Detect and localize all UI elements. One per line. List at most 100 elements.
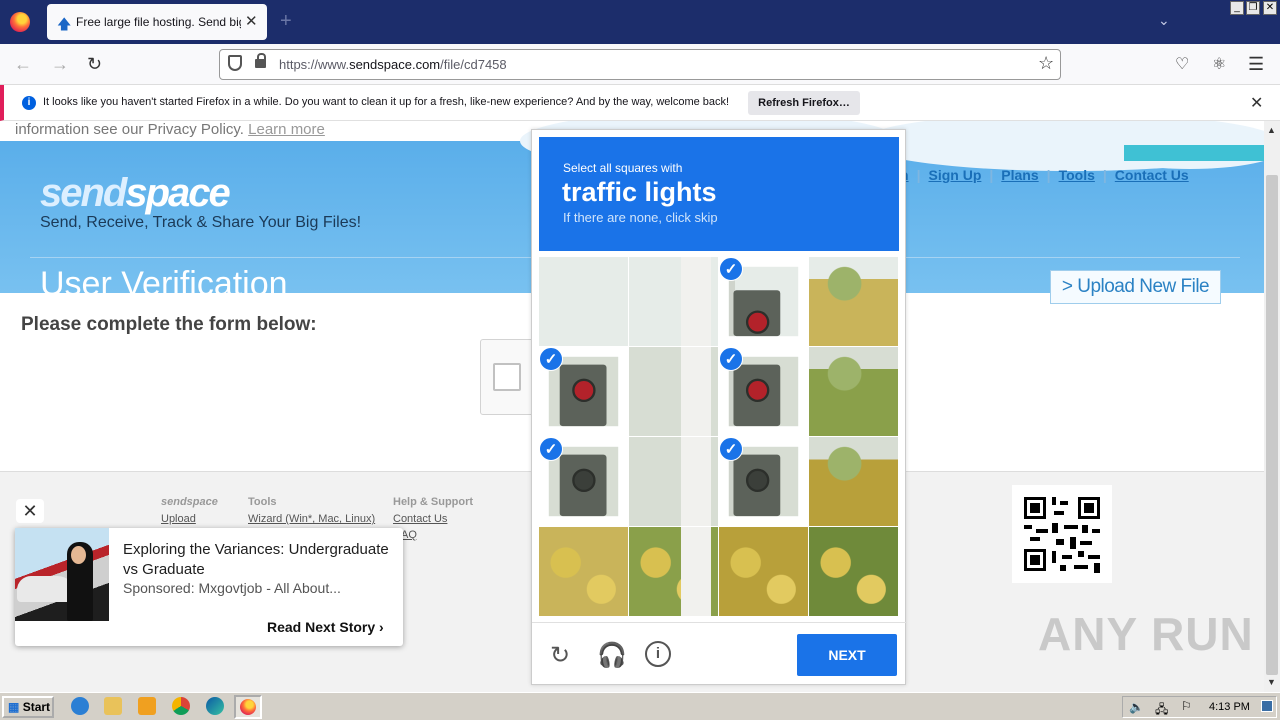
challenge-tile[interactable] (809, 347, 898, 436)
lock-icon[interactable] (255, 53, 266, 68)
firefox-menu-icon[interactable] (10, 12, 30, 32)
bookmark-star-icon[interactable]: ☆ (1038, 53, 1054, 74)
extensions-icon[interactable]: ⚛ (1212, 54, 1226, 74)
learn-more-link[interactable]: Learn more (248, 121, 325, 138)
navigation-toolbar: ← → ↻ https://www.sendspace.com/file/cd7… (0, 44, 1280, 85)
ad-close-button[interactable]: ✕ (16, 499, 44, 523)
challenge-tile[interactable]: ✓ (719, 347, 808, 436)
notification-close-icon[interactable]: ✕ (1250, 93, 1263, 113)
challenge-tile-image (629, 347, 718, 436)
info-challenge-icon[interactable]: i (645, 641, 671, 667)
hamburger-menu-icon[interactable]: ☰ (1248, 54, 1264, 75)
scrollbar-thumb[interactable] (1266, 175, 1278, 675)
list-all-tabs-icon[interactable]: ⌄ (1158, 12, 1170, 29)
tab-close-icon[interactable]: ✕ (245, 12, 258, 30)
back-arrow-icon[interactable]: ← (14, 54, 32, 75)
nav-signup-link[interactable]: Sign Up (928, 167, 981, 183)
new-tab-button[interactable]: + (280, 10, 292, 33)
system-tray: 🔈 🖧 ⚐ (1122, 696, 1277, 718)
reload-challenge-icon[interactable]: ↻ (550, 641, 570, 670)
challenge-tile[interactable] (539, 257, 628, 346)
challenge-tile-image (629, 437, 718, 526)
ad-title[interactable]: Exploring the Variances: Undergraduate v… (123, 540, 393, 580)
browser-tab[interactable]: 🡅 Free large file hosting. Send big file… (47, 4, 267, 40)
challenge-instruction: Select all squares with (563, 161, 683, 175)
challenge-tile-image (719, 527, 808, 616)
show-desktop-icon[interactable] (1261, 700, 1273, 712)
challenge-tile[interactable] (809, 437, 898, 526)
cookie-notice-text: information see our Privacy Policy. (15, 121, 244, 138)
scroll-up-icon[interactable]: ▲ (1267, 125, 1276, 135)
sponsored-ad-card[interactable]: Exploring the Variances: Undergraduate v… (15, 528, 403, 646)
audio-challenge-icon[interactable]: 🎧 (597, 641, 627, 670)
chrome-icon[interactable] (172, 697, 190, 715)
nav-plans-link[interactable]: Plans (1001, 167, 1038, 183)
challenge-tile[interactable]: ✓ (719, 437, 808, 526)
firefox-taskbar-button[interactable] (234, 695, 262, 719)
nav-contact-link[interactable]: Contact Us (1115, 167, 1189, 183)
challenge-tile[interactable] (809, 527, 898, 616)
upload-new-file-button[interactable]: > Upload New File (1050, 270, 1221, 304)
pole-shape (681, 257, 711, 346)
footer-wizard-link[interactable]: Wizard (Win*, Mac, Linux) (248, 513, 375, 525)
challenge-tile[interactable] (629, 347, 718, 436)
logo-part-space: space (125, 171, 230, 215)
start-button[interactable]: ▦ Start (2, 696, 54, 718)
action-center-flag-icon[interactable]: ⚐ (1181, 699, 1192, 713)
reload-icon[interactable]: ↻ (87, 54, 102, 75)
media-player-icon[interactable] (138, 697, 156, 715)
challenge-tile[interactable] (629, 527, 718, 616)
file-explorer-icon[interactable] (104, 697, 122, 715)
network-icon[interactable]: 🖧 (1155, 700, 1168, 720)
internet-explorer-icon[interactable] (71, 697, 89, 715)
challenge-tile[interactable] (809, 257, 898, 346)
recaptcha-checkbox[interactable] (493, 363, 521, 391)
challenge-tile[interactable]: ✓ (719, 257, 808, 346)
challenge-tile[interactable] (629, 437, 718, 526)
footer-contact-link[interactable]: Contact Us (393, 513, 473, 525)
challenge-tile-image (809, 347, 898, 436)
challenge-tile-image (809, 527, 898, 616)
challenge-image-grid: ✓ ✓ ✓ ✓ ✓ (539, 257, 899, 617)
tile-selected-check-icon: ✓ (539, 347, 563, 371)
volume-icon[interactable]: 🔈 (1129, 700, 1144, 714)
challenge-tile[interactable] (719, 527, 808, 616)
challenge-tile-image (539, 527, 628, 616)
challenge-tile[interactable] (629, 257, 718, 346)
challenge-tile[interactable]: ✓ (539, 437, 628, 526)
url-text[interactable]: https://www.sendspace.com/file/cd7458 (279, 57, 507, 72)
read-next-story-link[interactable]: Read Next Story › (267, 619, 384, 635)
refresh-firefox-button[interactable]: Refresh Firefox… (748, 91, 860, 115)
ad-face-shape (71, 546, 86, 564)
scroll-down-icon[interactable]: ▼ (1267, 677, 1276, 687)
tagline: Send, Receive, Track & Share Your Big Fi… (40, 214, 362, 231)
minimize-window-icon[interactable]: _ (1230, 1, 1244, 15)
restore-window-icon[interactable]: ❐ (1246, 1, 1260, 15)
pocket-icon[interactable]: ♡ (1175, 54, 1189, 74)
pole-shape (681, 347, 711, 436)
start-label: Start (22, 700, 51, 714)
traffic-light-housing (733, 454, 781, 517)
forward-arrow-icon[interactable]: → (51, 54, 69, 75)
ad-sponsor-text: Sponsored: Mxgovtjob - All About... (123, 580, 341, 596)
footer-upload-link[interactable]: Upload (161, 513, 218, 525)
nav-tools-link[interactable]: Tools (1059, 167, 1095, 183)
footer-faq-link[interactable]: AQ (393, 529, 473, 541)
page-title: User Verification (40, 265, 288, 303)
traffic-light-housing (733, 364, 781, 427)
challenge-tile[interactable]: ✓ (539, 347, 628, 436)
next-button[interactable]: NEXT (797, 634, 897, 676)
signal-lamp (745, 310, 770, 334)
tracking-protection-shield-icon[interactable] (228, 55, 242, 71)
anyrun-watermark: ANY RUN (1038, 608, 1254, 660)
challenge-tile[interactable] (539, 527, 628, 616)
challenge-tile-image (629, 257, 718, 346)
firefox-icon (240, 699, 256, 715)
challenge-tile-image (809, 257, 898, 346)
url-prefix: https://www. (279, 57, 350, 72)
close-window-icon[interactable]: ✕ (1263, 1, 1277, 15)
sendspace-logo[interactable]: sendspace (40, 171, 231, 216)
page-scrollbar[interactable]: ▲ ▼ (1264, 121, 1280, 692)
edge-icon[interactable] (206, 697, 224, 715)
address-bar[interactable]: https://www.sendspace.com/file/cd7458 ☆ (219, 49, 1061, 80)
